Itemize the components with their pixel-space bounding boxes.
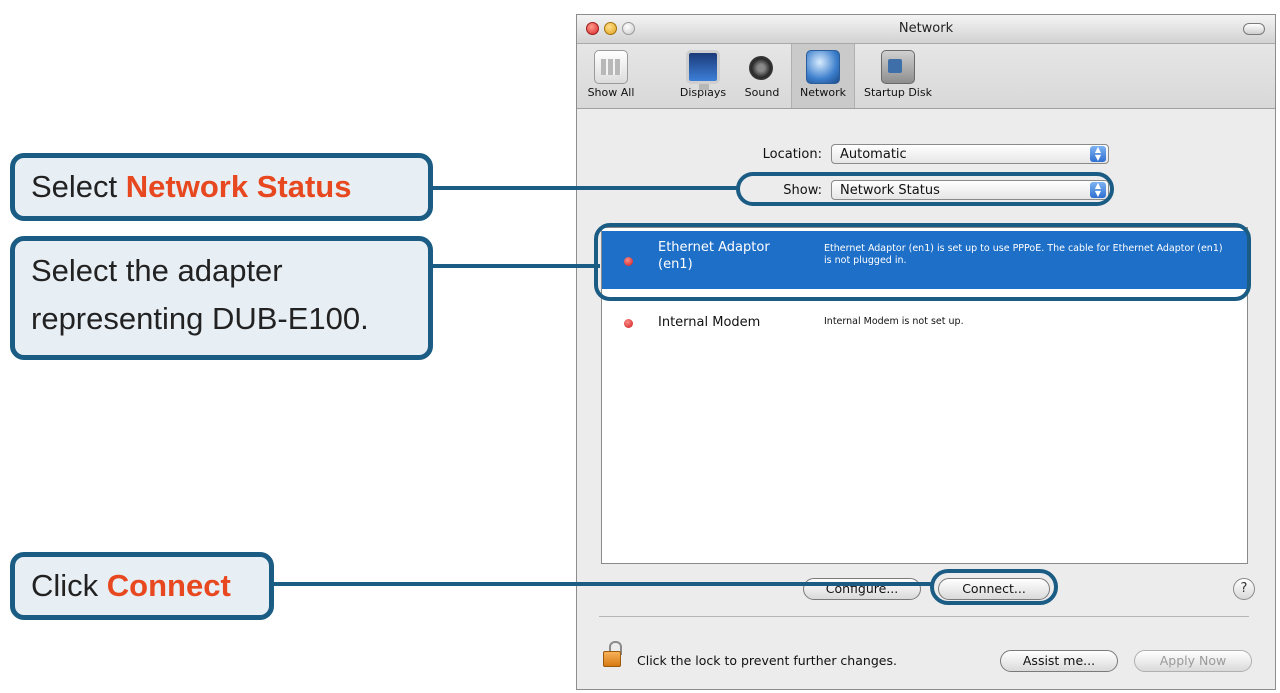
location-label: Location: [762,147,822,162]
callout-text: representing DUB-E100. [31,301,369,336]
adapter-name: Internal Modem [658,315,761,330]
toolbar-sound[interactable]: Sound [737,48,787,104]
list-item-internal-modem[interactable]: Internal Modem Internal Modem is not set… [602,306,1247,342]
toolbar-displays[interactable]: Displays [673,48,733,104]
lock-message: Click the lock to prevent further change… [637,653,897,668]
location-popup[interactable]: Automatic ▲ ▼ [831,144,1109,164]
toolbar-label: Sound [744,86,780,99]
toolbar-startup-disk[interactable]: Startup Disk [857,48,939,104]
divider [599,616,1249,617]
hard-disk-icon [881,50,915,84]
title-bar: Network [577,15,1275,44]
callout-click-connect: Click Connect [10,552,274,620]
assist-me-button[interactable]: Assist me... [1000,650,1118,672]
toolbar-label: Startup Disk [864,86,932,99]
callout-connector [428,186,740,190]
callout-connector [270,582,934,586]
help-button[interactable]: ? [1233,578,1255,600]
toolbar-label: Show All [587,86,635,99]
apply-now-button[interactable]: Apply Now [1134,650,1252,672]
callout-text: Select the adapter [31,253,283,288]
toolbar-network[interactable]: Network [791,44,855,108]
popup-arrows-icon: ▲ ▼ [1090,146,1106,162]
callout-select-network-status: Select Network Status [10,153,433,221]
toolbar-toggle-icon[interactable] [1243,23,1265,35]
network-preferences-window: Network Show All Displays Sound Network … [576,14,1276,690]
callout-select-adapter: Select the adapter representing DUB-E100… [10,236,433,360]
toolbar-label: Network [800,86,846,99]
adapter-status: Internal Modem is not set up. [824,316,964,327]
callout-highlight: Network Status [125,169,352,204]
callout-text: Select [31,169,126,204]
window-title: Network [898,21,954,36]
display-icon [686,50,720,90]
toolbar-show-all[interactable]: Show All [585,48,637,104]
lock-body [603,651,621,667]
status-indicator-icon [624,319,633,328]
network-globe-icon [806,50,840,84]
adapter-highlight-ring [594,223,1251,301]
callout-highlight: Connect [106,568,231,603]
lock-icon[interactable] [603,641,622,667]
callout-text: Click [31,568,107,603]
location-value: Automatic [840,147,907,162]
callout-connector [428,264,600,268]
speaker-icon [745,50,779,84]
preferences-toolbar: Show All Displays Sound Network Startup … [577,44,1275,109]
connect-highlight-ring [930,569,1058,605]
show-all-icon [594,50,628,84]
show-popup-highlight-ring [736,172,1114,206]
